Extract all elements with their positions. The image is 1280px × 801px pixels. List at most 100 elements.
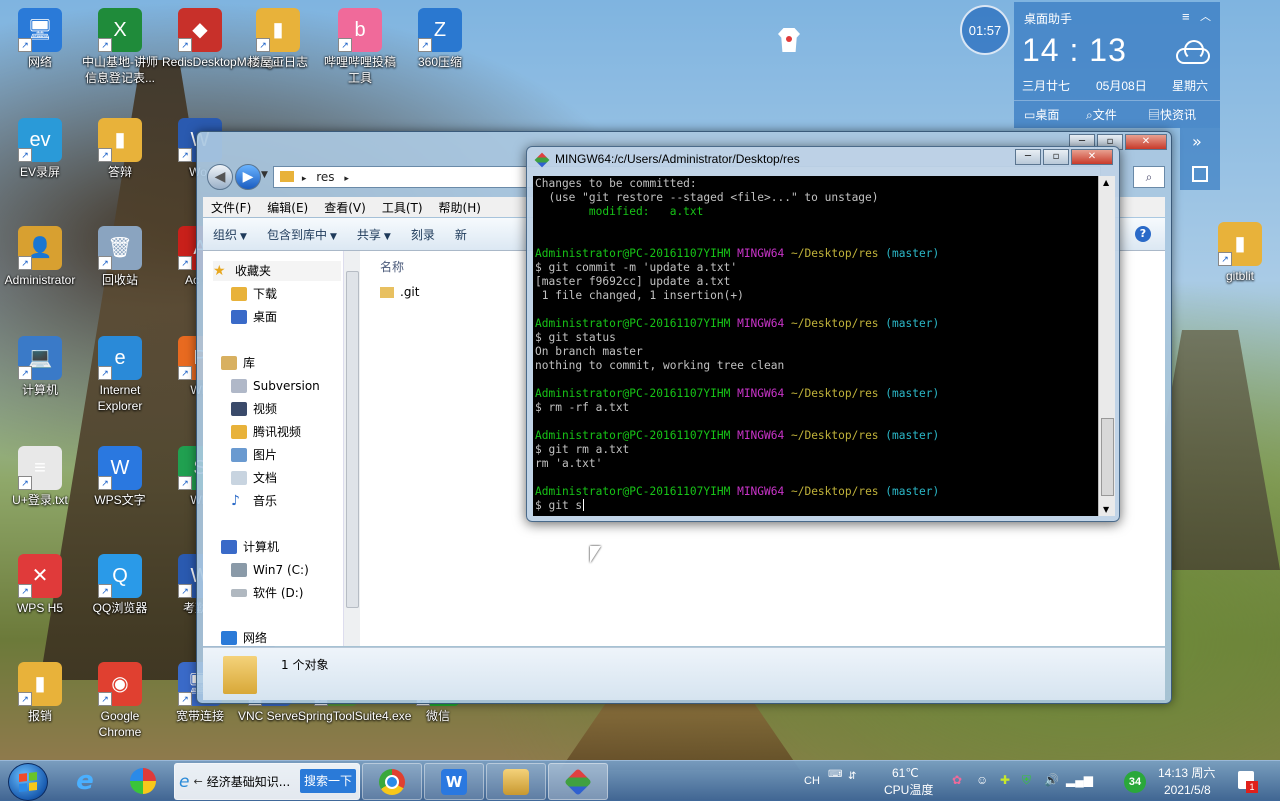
widget-time: 14 : 13 xyxy=(1022,32,1127,68)
nav-item-desktop[interactable]: 桌面 xyxy=(231,307,277,327)
scroll-up-icon[interactable]: ▲ xyxy=(1103,178,1109,187)
security-badge[interactable]: 34 xyxy=(1124,771,1146,793)
back-button[interactable]: ◀ xyxy=(207,164,233,190)
clock-badge[interactable]: 01:57 xyxy=(960,5,1010,55)
start-button[interactable] xyxy=(8,763,48,801)
flower-icon[interactable]: ✿ xyxy=(952,772,962,788)
taskbar-explorer[interactable] xyxy=(486,763,546,800)
close-button[interactable]: ✕ xyxy=(1071,149,1113,165)
widget-link-files[interactable]: ⌕文件 xyxy=(1086,106,1117,123)
nav-item-pictures[interactable]: 图片 xyxy=(231,445,277,465)
shirt-icon[interactable] xyxy=(778,28,800,52)
menu-edit[interactable]: 编辑(E) xyxy=(259,199,316,216)
history-dropdown-icon[interactable]: ▼ xyxy=(261,170,268,180)
collapse-icon[interactable]: ︿ xyxy=(1200,8,1211,24)
maximize-button[interactable]: ▫ xyxy=(1043,149,1069,165)
menu-tools[interactable]: 工具(T) xyxy=(374,199,431,216)
new-folder-button[interactable]: 新 xyxy=(445,226,477,243)
nav-scrollbar[interactable] xyxy=(343,251,360,646)
ime-options-icon[interactable]: ⇵ xyxy=(848,769,856,785)
scroll-down-icon[interactable]: ▼ xyxy=(1103,505,1109,514)
expand-icon[interactable]: » xyxy=(1192,132,1202,151)
desktop-icon-item[interactable]: ▮ ↗ gitblit xyxy=(1202,222,1278,284)
network-signal-icon[interactable]: ▂▄▆ xyxy=(1066,772,1093,788)
clock-date[interactable]: 2021/5/8 xyxy=(1164,782,1211,798)
share-button[interactable]: 共享 ▼ xyxy=(347,226,401,243)
nav-item-videos[interactable]: 视频 xyxy=(231,399,277,419)
desktop-icon-item[interactable]: b ↗ 哔哩哔哩投稿工具 xyxy=(322,8,398,86)
cpu-temp[interactable]: 61℃ xyxy=(892,765,919,781)
keyboard-icon[interactable]: ⌨ xyxy=(828,767,842,783)
qr-icon[interactable] xyxy=(1192,166,1208,182)
taskbar-wps[interactable]: W xyxy=(424,763,484,800)
desktop-icon-label: 网络 xyxy=(27,55,52,69)
library-icon xyxy=(231,379,247,393)
green-plus-icon[interactable]: ✚ xyxy=(1000,772,1010,788)
desktop-icon-item[interactable]: ◉ ↗ Google Chrome xyxy=(82,662,158,740)
shield-icon[interactable]: ⛨ xyxy=(1022,772,1031,788)
desktop-icon-item[interactable]: ev ↗ EV录屏 xyxy=(2,118,78,180)
nav-item-drive-c[interactable]: Win7 (C:) xyxy=(231,560,309,580)
desktop-icon-item[interactable]: Z ↗ 360压缩 xyxy=(402,8,478,70)
desktop-icon-item[interactable]: ✕ ↗ WPS H5 xyxy=(2,554,78,616)
taskbar-chrome[interactable] xyxy=(362,763,422,800)
ime-indicator[interactable]: CH xyxy=(804,773,820,789)
column-header-name[interactable]: 名称 xyxy=(380,258,404,275)
desktop-icon-item[interactable]: ▮ ↗ 报销 xyxy=(2,662,78,724)
desktop-icon-item[interactable]: 🖥 ↗ 网络 xyxy=(2,8,78,70)
clock-time[interactable]: 14:13 周六 xyxy=(1158,765,1215,781)
burn-button[interactable]: 刻录 xyxy=(401,226,445,243)
terminal-output[interactable]: Changes to be committed: (use "git resto… xyxy=(533,176,1098,516)
desktop-icon-item[interactable]: ≡ ↗ U+登录.txt xyxy=(2,446,78,508)
desktop-icon-item[interactable]: 🗑 ↗ 回收站 xyxy=(82,226,158,288)
nav-item-subversion[interactable]: Subversion xyxy=(231,376,320,396)
search-input[interactable]: ⌕ xyxy=(1133,166,1165,188)
desktop-icon-item[interactable]: 👤 ↗ Administrator xyxy=(2,226,78,288)
organize-button[interactable]: 组织 ▼ xyxy=(203,226,257,243)
desktop-icon-item[interactable]: 💻 ↗ 计算机 xyxy=(2,336,78,398)
desktop-icon-item[interactable]: X ↗ 中山基地-讲师信息登记表... xyxy=(82,8,158,86)
computer-icon xyxy=(221,540,237,554)
terminal-scrollbar[interactable]: ▲ ▼ xyxy=(1098,176,1115,516)
desktop-icon-item[interactable]: Q ↗ QQ浏览器 xyxy=(82,554,158,616)
nav-item-documents[interactable]: 文档 xyxy=(231,468,277,488)
nav-network[interactable]: 网络 xyxy=(221,628,267,648)
menu-view[interactable]: 查看(V) xyxy=(316,199,374,216)
notification-icon[interactable]: 1 xyxy=(1238,771,1258,793)
close-button[interactable]: ✕ xyxy=(1125,134,1167,150)
volume-icon[interactable]: 🔊 xyxy=(1044,772,1059,788)
forward-button[interactable]: ▶ xyxy=(235,164,261,190)
taskbar-search-button[interactable]: 搜索一下 xyxy=(300,769,356,793)
menu-help[interactable]: 帮助(H) xyxy=(431,199,489,216)
widget-link-news[interactable]: ▤快资讯 xyxy=(1148,106,1196,123)
nav-item-downloads[interactable]: 下载 xyxy=(231,284,277,304)
folder-icon xyxy=(380,286,394,298)
scrollbar-thumb[interactable] xyxy=(346,271,359,608)
desktop-icon-item[interactable]: ◆ ↗ RedisDesktopManager xyxy=(162,8,284,70)
help-icon[interactable]: ? xyxy=(1135,226,1151,242)
taskbar-git-bash[interactable] xyxy=(548,763,608,800)
nav-item-drive-d[interactable]: 软件 (D:) xyxy=(231,583,303,603)
menu-icon[interactable]: ≡ xyxy=(1182,9,1190,24)
include-in-library-button[interactable]: 包含到库中 ▼ xyxy=(257,226,347,243)
shortcut-arrow-icon: ↗ xyxy=(98,148,112,162)
desktop-icon-label: gitblit xyxy=(1225,269,1254,283)
nav-item-tencent-video[interactable]: 腾讯视频 xyxy=(231,422,301,442)
nav-favorites[interactable]: ★ 收藏夹 xyxy=(213,261,341,281)
desktop-icon-item[interactable]: W ↗ WPS文字 xyxy=(82,446,158,508)
scrollbar-thumb[interactable] xyxy=(1101,418,1114,496)
minimize-button[interactable]: ─ xyxy=(1015,149,1041,165)
nav-computer[interactable]: 计算机 xyxy=(221,537,279,557)
desktop-icon-item[interactable]: e ↗ Internet Explorer xyxy=(82,336,158,414)
breadcrumb[interactable]: res xyxy=(316,170,334,184)
taskbar-ie[interactable]: e xyxy=(64,763,106,798)
nav-libraries[interactable]: 库 xyxy=(221,353,255,373)
people-icon[interactable]: ☺ xyxy=(976,772,988,788)
desktop-icon-item[interactable]: ▮ ↗ 答辩 xyxy=(82,118,158,180)
menu-file[interactable]: 文件(F) xyxy=(203,199,259,216)
desktop-icon-item[interactable]: ▮ ↗ 楼屋工日志 xyxy=(240,8,316,70)
nav-item-music[interactable]: ♪ 音乐 xyxy=(231,491,277,511)
file-item[interactable]: .git xyxy=(380,285,419,299)
widget-link-desktop[interactable]: ▭桌面 xyxy=(1024,106,1059,123)
taskbar-app-pinwheel[interactable] xyxy=(122,763,164,798)
